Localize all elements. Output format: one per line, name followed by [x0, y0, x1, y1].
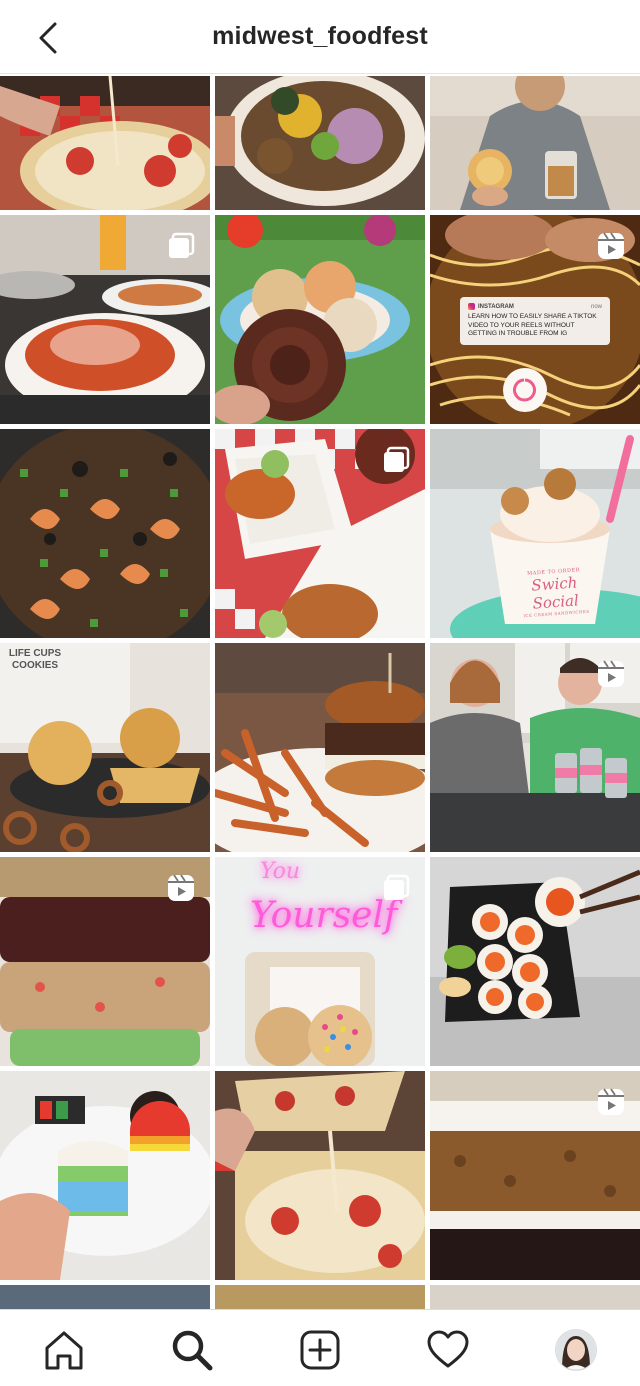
multiple-posts-icon [384, 446, 410, 472]
nav-new-post-button[interactable] [296, 1326, 344, 1374]
post-pizza-slice-cheese-pull[interactable] [215, 1071, 425, 1280]
post-cookie-with-neon-sign[interactable]: You Yourself [215, 857, 425, 1066]
nav-home-button[interactable] [40, 1326, 88, 1374]
explore-grid: INSTAGRAM now LEARN HOW TO EASILY SHARE A… [0, 76, 640, 1309]
post-partial-2[interactable] [215, 1285, 425, 1309]
post-rainbow-cookies[interactable] [0, 1071, 210, 1280]
nav-profile-button[interactable] [552, 1326, 600, 1374]
post-fried-chicken-takeout[interactable] [215, 429, 425, 638]
post-stacked-cookies[interactable] [0, 857, 210, 1066]
cookie-brand-sticker: LIFE CUPS COOKIES [8, 648, 62, 671]
activity-heart-icon [427, 1330, 469, 1368]
post-layered-cake[interactable] [430, 1071, 640, 1280]
post-pizza-cheese-pull[interactable] [0, 76, 210, 210]
nav-activity-button[interactable] [424, 1326, 472, 1374]
reels-icon [168, 874, 194, 901]
post-partial-1[interactable] [0, 1285, 210, 1309]
reels-icon [598, 660, 624, 687]
search-icon [172, 1330, 213, 1371]
instagram-logo-icon [468, 303, 475, 310]
overlay-time: now [590, 303, 602, 310]
post-sushi-rolls[interactable] [430, 857, 640, 1066]
post-ramen-with-text-overlay[interactable]: INSTAGRAM now LEARN HOW TO EASILY SHARE A… [430, 215, 640, 424]
post-nachos-with-mimosa[interactable] [0, 215, 210, 424]
neon-sign-top-text: You [260, 859, 301, 884]
new-post-icon [300, 1330, 340, 1370]
post-two-people-with-drink-cans[interactable] [430, 643, 640, 852]
multiple-posts-icon [384, 874, 410, 900]
bottom-navigation-bar [0, 1309, 640, 1386]
neon-sign-text: Yourself [250, 895, 398, 936]
post-ice-cream-sandwich-cup[interactable]: MADE TO ORDER Swich Social ICE CREAM SAN… [430, 429, 640, 638]
overlay-text: LEARN HOW TO EASILY SHARE A TIKTOK VIDEO… [468, 313, 597, 337]
post-partial-3[interactable] [430, 1285, 640, 1309]
post-grain-bowl[interactable] [215, 76, 425, 210]
post-burger-and-sweet-potato-fries[interactable] [215, 643, 425, 852]
reel-text-overlay: INSTAGRAM now LEARN HOW TO EASILY SHARE A… [460, 297, 610, 345]
top-bar: midwest_foodfest [0, 0, 640, 74]
post-cookies-and-pretzels[interactable]: LIFE CUPS COOKIES [0, 643, 210, 852]
overlay-source: INSTAGRAM [478, 303, 514, 310]
reels-icon [598, 232, 624, 259]
nav-search-button[interactable] [168, 1326, 216, 1374]
profile-username-title: midwest_foodfest [212, 22, 428, 50]
multiple-posts-icon [169, 232, 195, 258]
cup-brand-text: MADE TO ORDER Swich Social ICE CREAM SAN… [523, 567, 590, 619]
post-shrimp-paella[interactable] [0, 429, 210, 638]
profile-avatar [555, 1329, 597, 1371]
post-person-holding-pastry-and-coffee[interactable] [430, 76, 640, 210]
post-chocolate-cookies-on-green-rug[interactable] [215, 215, 425, 424]
reels-icon [598, 1088, 624, 1115]
home-icon [45, 1331, 83, 1370]
